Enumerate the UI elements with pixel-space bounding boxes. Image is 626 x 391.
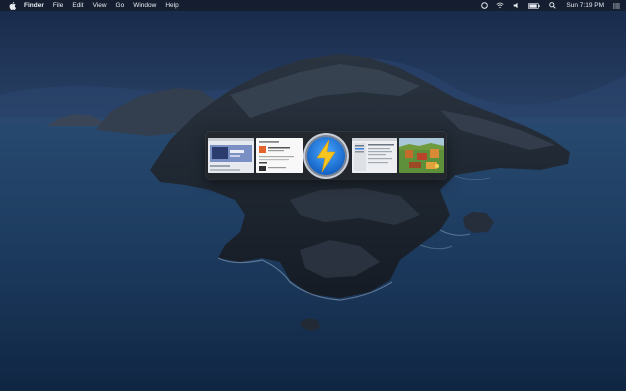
menu-app-name[interactable]: Finder	[24, 0, 44, 11]
window-switcher	[206, 132, 446, 179]
game-window-thumbnail[interactable]	[399, 138, 444, 173]
desktop: Finder File Edit View Go Window Help Sun…	[0, 0, 626, 391]
circle-icon[interactable]	[480, 2, 488, 10]
notification-center-icon[interactable]	[612, 2, 620, 10]
volume-icon[interactable]	[512, 2, 520, 10]
app-icon-lightning[interactable]	[302, 132, 350, 180]
wallpaper	[0, 0, 626, 391]
menu-view[interactable]: View	[93, 0, 107, 11]
menu-file[interactable]: File	[53, 0, 63, 11]
menu-window[interactable]: Window	[133, 0, 156, 11]
menu-clock[interactable]: Sun 7:19 PM	[566, 0, 604, 11]
menu-go[interactable]: Go	[116, 0, 125, 11]
menu-help[interactable]: Help	[165, 0, 178, 11]
web-page-thumbnail[interactable]	[256, 138, 303, 173]
battery-icon[interactable]	[528, 2, 541, 10]
search-icon[interactable]	[548, 2, 556, 10]
menu-bar: Finder File Edit View Go Window Help Sun…	[0, 0, 626, 11]
apple-menu-icon[interactable]	[9, 1, 16, 10]
browser-window-thumbnail[interactable]	[208, 138, 254, 173]
menu-edit[interactable]: Edit	[72, 0, 83, 11]
wifi-icon[interactable]	[496, 2, 505, 10]
settings-window-thumbnail[interactable]	[352, 138, 397, 173]
